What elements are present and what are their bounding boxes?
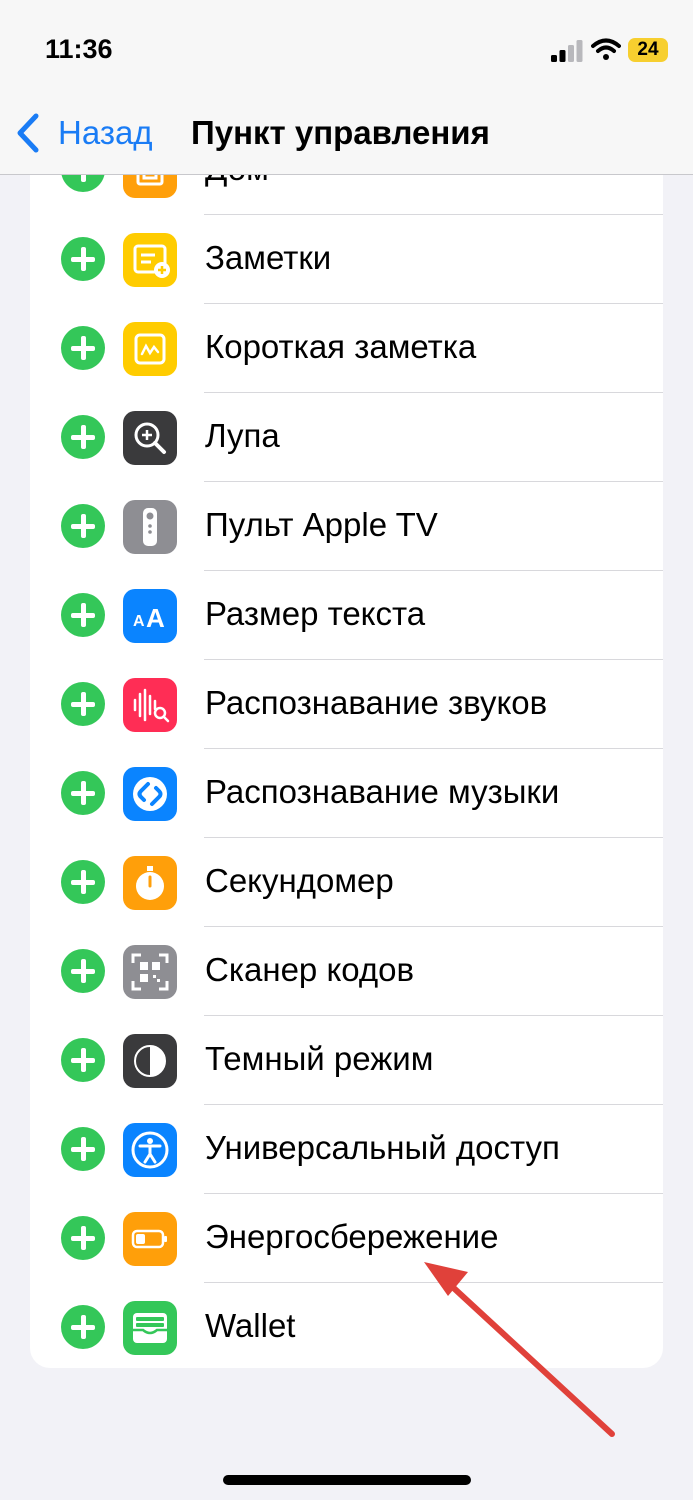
add-button[interactable] xyxy=(61,1305,105,1349)
control-row-magnifier[interactable]: Лупа xyxy=(30,393,663,482)
add-button[interactable] xyxy=(61,860,105,904)
control-label: Размер текста xyxy=(205,595,426,632)
control-label: Универсальный доступ xyxy=(205,1129,560,1166)
control-label: Лупа xyxy=(205,417,280,454)
add-button[interactable] xyxy=(61,593,105,637)
control-row-notes[interactable]: Заметки xyxy=(30,215,663,304)
add-button[interactable] xyxy=(61,1216,105,1260)
control-row-home[interactable]: Дом xyxy=(30,174,663,215)
control-row-apple-tv-remote[interactable]: Пульт Apple TV xyxy=(30,482,663,571)
add-button[interactable] xyxy=(61,949,105,993)
control-row-low-power[interactable]: Энергосбережение xyxy=(30,1194,663,1283)
control-row-stopwatch[interactable]: Секундомер xyxy=(30,838,663,927)
home-icon xyxy=(123,174,177,198)
navigation-bar: Назад Пункт управления xyxy=(0,90,693,175)
control-row-dark-mode[interactable]: Темный режим xyxy=(30,1016,663,1105)
control-label: Энергосбережение xyxy=(205,1218,499,1255)
control-row-quick-note[interactable]: Короткая заметка xyxy=(30,304,663,393)
more-controls-list: Дом Заметки Короткая заметка Лупа Пульт … xyxy=(30,174,663,1368)
quick-note-icon xyxy=(123,322,177,376)
control-label: Короткая заметка xyxy=(205,328,477,365)
add-button[interactable] xyxy=(61,771,105,815)
battery-indicator: 24 xyxy=(628,38,668,62)
control-label: Сканер кодов xyxy=(205,951,415,988)
notes-icon xyxy=(123,233,177,287)
chevron-left-icon[interactable] xyxy=(14,112,42,154)
status-time: 11:36 xyxy=(45,34,113,64)
cellular-signal-icon xyxy=(551,40,583,62)
magnifier-icon xyxy=(123,411,177,465)
control-label: Пульт Apple TV xyxy=(205,506,438,543)
control-label: Распознавание звуков xyxy=(205,684,548,721)
back-button[interactable]: Назад xyxy=(58,114,153,152)
add-button[interactable] xyxy=(61,504,105,548)
home-indicator[interactable] xyxy=(223,1475,471,1485)
wallet-icon xyxy=(123,1301,177,1355)
control-row-wallet[interactable]: Wallet xyxy=(30,1283,663,1368)
control-label: Дом xyxy=(205,174,269,188)
add-button[interactable] xyxy=(61,1038,105,1082)
control-row-text-size[interactable]: AA Размер текста xyxy=(30,571,663,660)
control-label: Заметки xyxy=(205,239,332,276)
add-button[interactable] xyxy=(61,682,105,726)
add-button[interactable] xyxy=(61,1127,105,1171)
dark-mode-icon xyxy=(123,1034,177,1088)
status-bar: 11:36 24 xyxy=(0,0,693,90)
code-scanner-icon xyxy=(123,945,177,999)
control-label: Секундомер xyxy=(205,862,394,899)
accessibility-icon xyxy=(123,1123,177,1177)
sound-recognition-icon xyxy=(123,678,177,732)
stopwatch-icon xyxy=(123,856,177,910)
svg-text:A: A xyxy=(133,613,145,630)
control-label: Распознавание музыки xyxy=(205,773,560,810)
control-row-sound-recognition[interactable]: Распознавание звуков xyxy=(30,660,663,749)
control-row-music-recognition[interactable]: Распознавание музыки xyxy=(30,749,663,838)
text-size-icon: AA xyxy=(123,589,177,643)
control-row-accessibility[interactable]: Универсальный доступ xyxy=(30,1105,663,1194)
shazam-icon xyxy=(123,767,177,821)
add-button[interactable] xyxy=(61,237,105,281)
add-button[interactable] xyxy=(61,174,105,192)
tv-remote-icon xyxy=(123,500,177,554)
svg-text:A: A xyxy=(146,603,165,633)
control-label: Wallet xyxy=(205,1307,296,1344)
page-title: Пункт управления xyxy=(191,114,490,151)
control-label: Темный режим xyxy=(205,1040,434,1077)
low-power-icon xyxy=(123,1212,177,1266)
wifi-icon xyxy=(591,38,621,60)
add-button[interactable] xyxy=(61,326,105,370)
add-button[interactable] xyxy=(61,415,105,459)
control-row-code-scanner[interactable]: Сканер кодов xyxy=(30,927,663,1016)
